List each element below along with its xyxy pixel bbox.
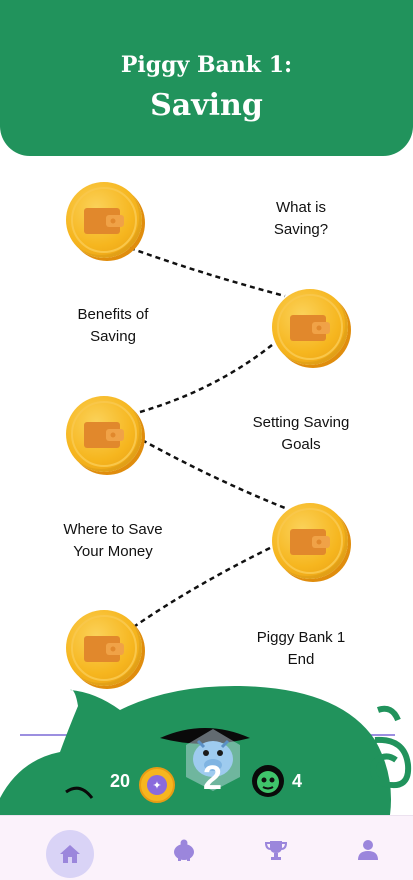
coin-icon[interactable]: ✦ bbox=[139, 767, 175, 803]
monster-count: 4 bbox=[292, 771, 303, 791]
lesson-label-4: Where to Save Your Money bbox=[63, 521, 163, 560]
nav-profile[interactable] bbox=[346, 828, 390, 872]
nav-piggy-bank[interactable] bbox=[162, 828, 206, 872]
svg-text:✦: ✦ bbox=[152, 779, 161, 792]
lesson-label-2: Benefits of Saving bbox=[77, 306, 149, 345]
nav-trophy[interactable] bbox=[254, 828, 298, 872]
level-badge[interactable]: 2 bbox=[184, 727, 242, 797]
lesson-label-3: Setting Saving Goals bbox=[252, 414, 350, 453]
level-number: 2 bbox=[203, 759, 222, 797]
lesson-coin-4[interactable] bbox=[272, 503, 348, 579]
wallet-icon bbox=[290, 529, 330, 555]
lesson-label-1: What is Saving? bbox=[273, 199, 329, 238]
lesson-coin-2[interactable] bbox=[272, 289, 348, 365]
wallet-icon bbox=[84, 636, 124, 662]
nav-home[interactable] bbox=[46, 830, 94, 878]
lesson-coin-1[interactable] bbox=[66, 182, 142, 258]
wallet-icon bbox=[84, 208, 124, 234]
bottom-nav bbox=[0, 815, 413, 880]
trophy-icon bbox=[264, 841, 288, 860]
lesson-coin-5[interactable] bbox=[66, 610, 142, 686]
lesson-coin-3[interactable] bbox=[66, 396, 142, 472]
lesson-label-5: Piggy Bank 1 End bbox=[256, 629, 346, 668]
profile-icon bbox=[358, 840, 378, 860]
stats-bar: 20 ✦ 2 4 bbox=[0, 729, 413, 805]
coin-count: 20 bbox=[110, 771, 131, 791]
piggy-bank-icon bbox=[174, 839, 194, 861]
wallet-icon bbox=[290, 315, 330, 341]
wallet-icon bbox=[84, 422, 124, 448]
home-icon bbox=[60, 845, 80, 863]
monster-icon[interactable] bbox=[252, 765, 284, 797]
